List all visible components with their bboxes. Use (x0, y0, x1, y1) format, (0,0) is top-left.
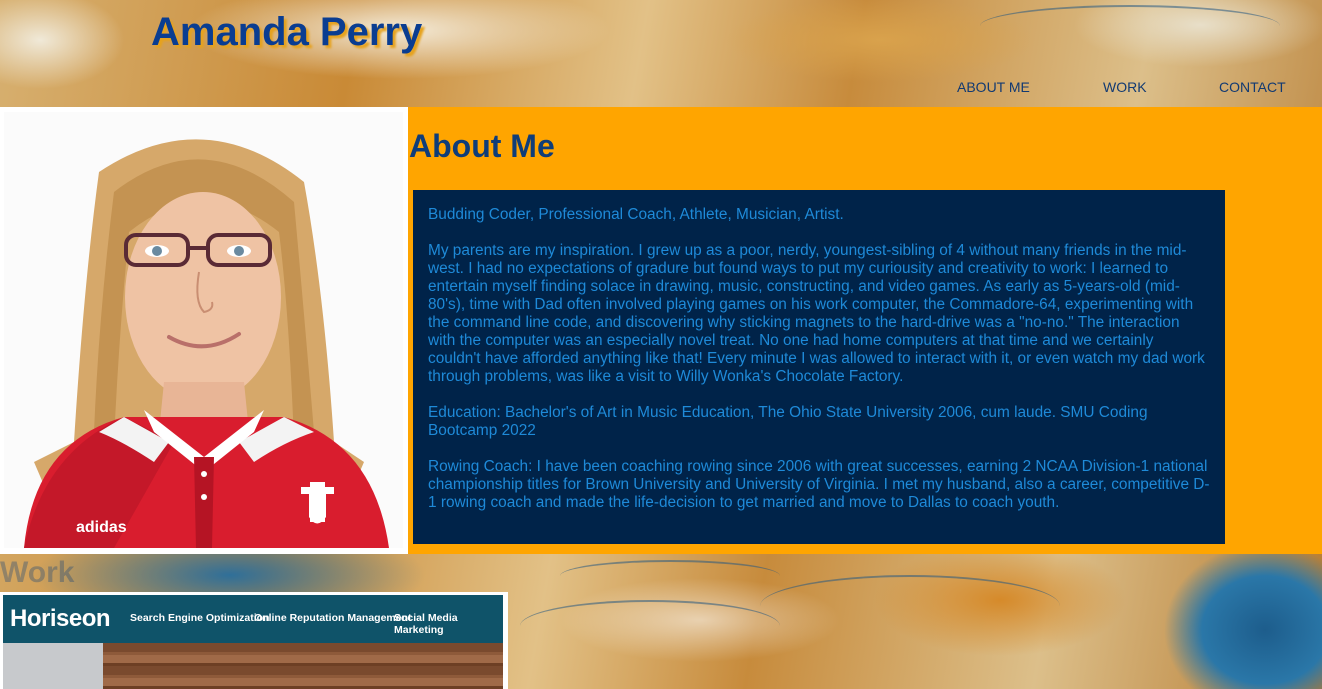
horiseon-logo: Horiseon (10, 605, 111, 632)
horiseon-nav-item: Social Media Marketing (394, 612, 458, 636)
about-inspiration-paragraph: My parents are my inspiration. I grew up… (428, 242, 1205, 385)
about-education-paragraph: Education: Bachelor's of Art in Music Ed… (428, 404, 1148, 439)
about-tagline: Budding Coder, Professional Coach, Athle… (428, 206, 844, 223)
svg-text:adidas: adidas (76, 519, 127, 536)
work-section-label: Work (0, 556, 75, 589)
nav-link-work[interactable]: WORK (1103, 79, 1147, 95)
site-header: Amanda Perry ABOUT ME WORK CONTACT (0, 0, 1322, 107)
work-project-card-horiseon[interactable]: Horiseon Search Engine Optimization Onli… (0, 592, 508, 689)
main-nav: ABOUT ME WORK CONTACT (0, 79, 1322, 99)
nav-link-about-me[interactable]: ABOUT ME (957, 79, 1030, 95)
horiseon-nav-item: Search Engine Optimization (130, 612, 270, 624)
profile-photo: adidas (4, 112, 403, 548)
about-rowing-paragraph: Rowing Coach: I have been coaching rowin… (428, 458, 1210, 511)
nav-link-contact[interactable]: CONTACT (1219, 79, 1286, 95)
work-project-screenshot: Horiseon Search Engine Optimization Onli… (3, 595, 503, 689)
horiseon-nav-item: Online Reputation Management (254, 612, 412, 624)
horiseon-header-bar: Horiseon Search Engine Optimization Onli… (3, 595, 503, 643)
about-text-box: Budding Coder, Professional Coach, Athle… (413, 190, 1225, 544)
about-heading: About Me (409, 128, 555, 164)
horiseon-hero-image-left (3, 643, 103, 689)
about-section: adidas About Me Budding Coder, Professio… (0, 107, 1322, 554)
site-title: Amanda Perry (151, 10, 423, 54)
profile-photo-frame: adidas (0, 107, 408, 554)
